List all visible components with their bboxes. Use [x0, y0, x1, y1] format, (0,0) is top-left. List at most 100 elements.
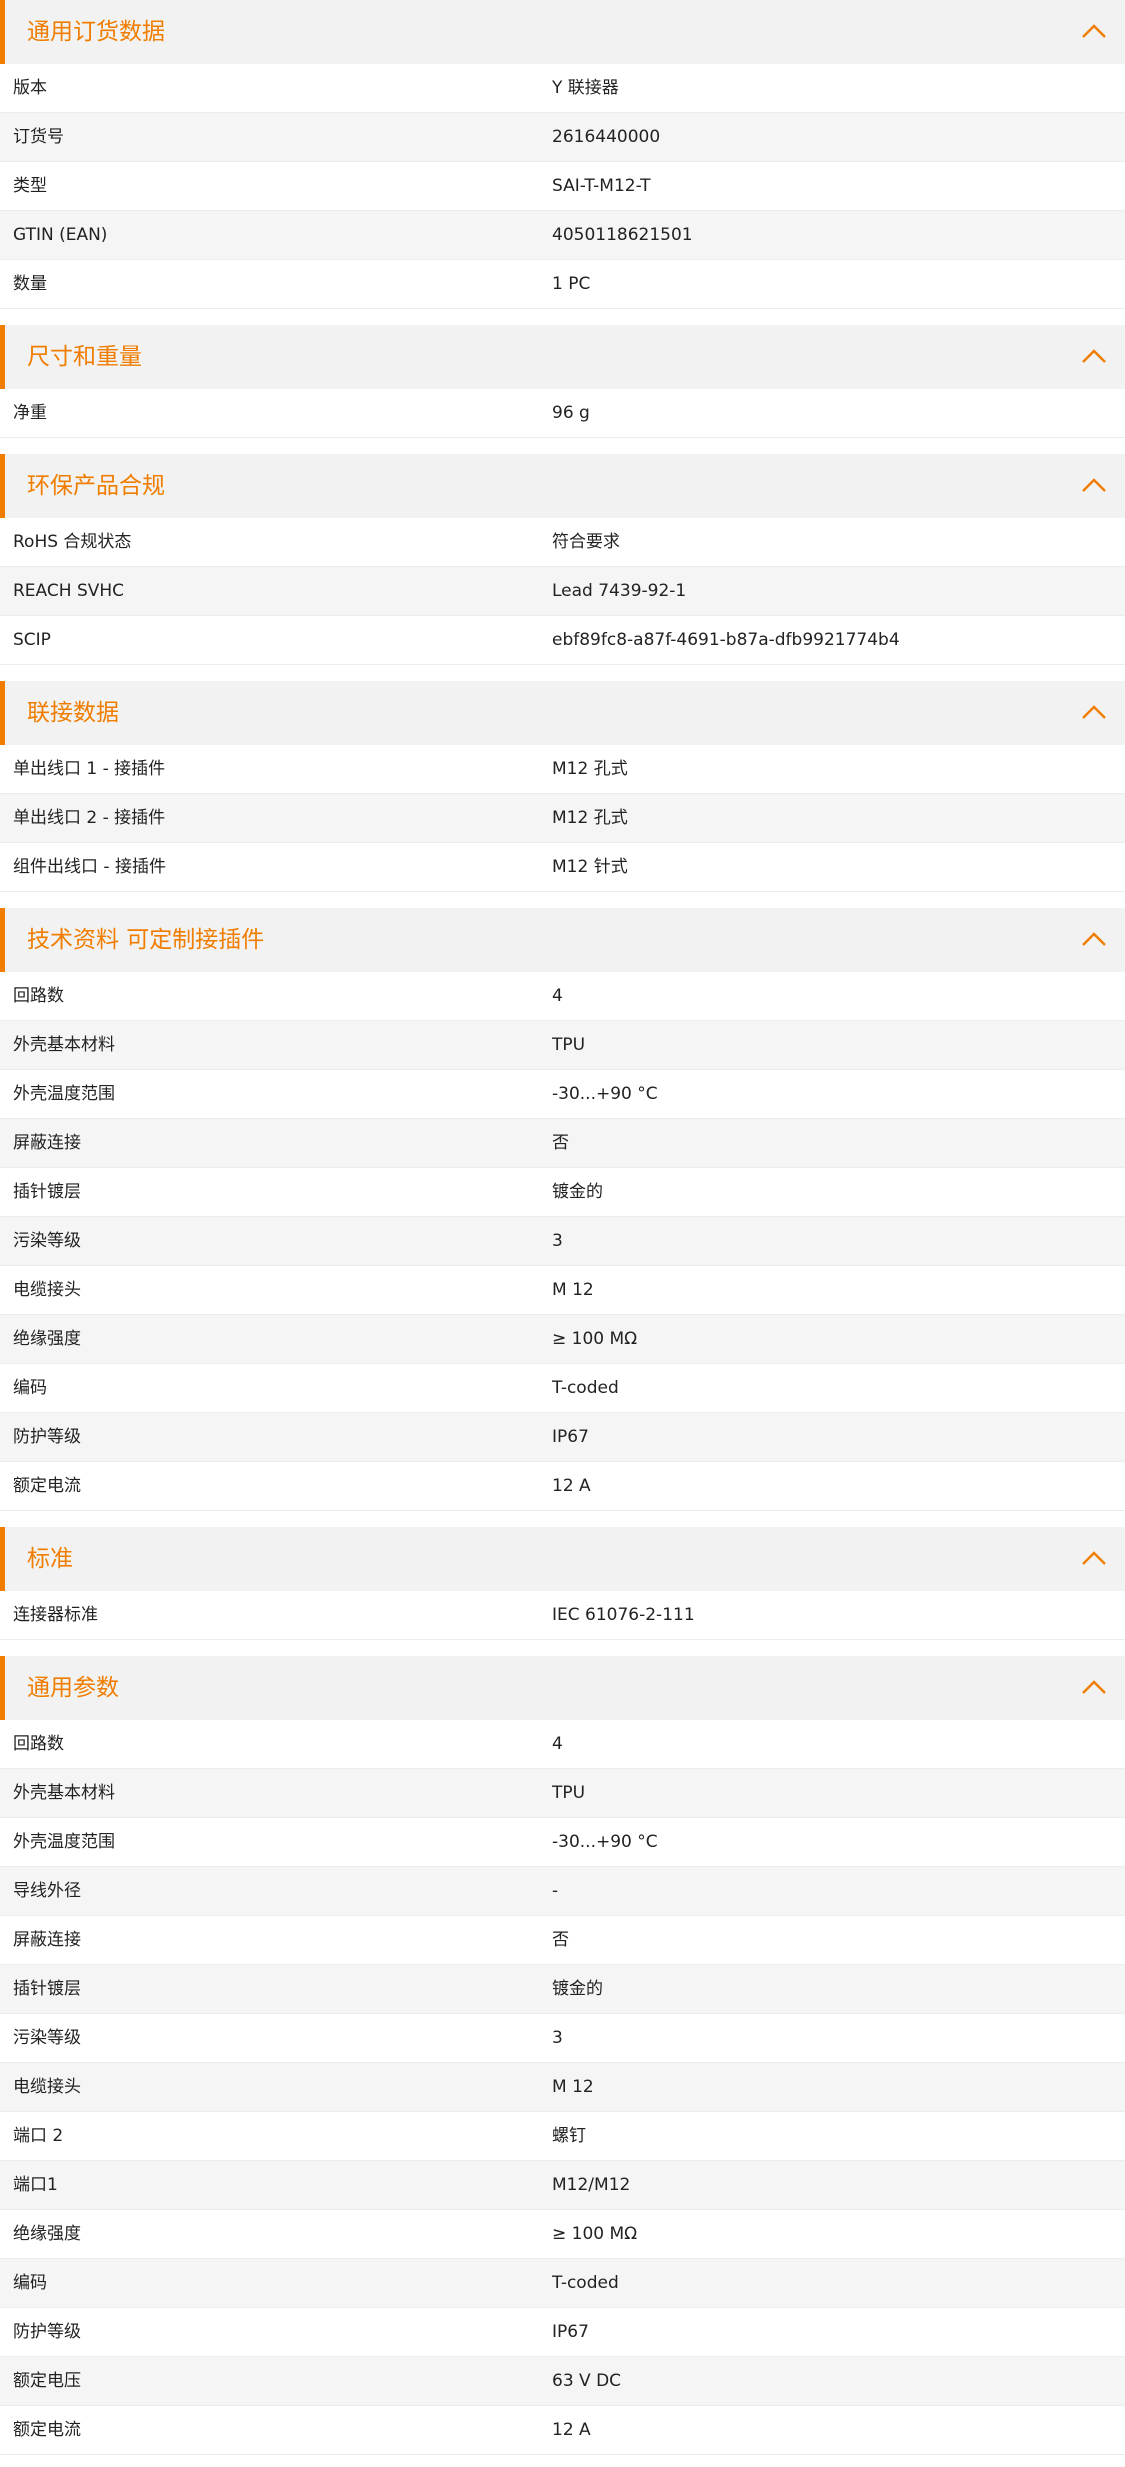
spec-value: 符合要求: [552, 532, 620, 552]
spec-row: 版本 Y 联接器: [0, 64, 1125, 113]
spec-label: 端口1: [13, 2175, 58, 2195]
spec-value: -30...+90 °C: [552, 1832, 658, 1852]
spec-row: 净重 96 g: [0, 389, 1125, 438]
spec-page: 通用订货数据 版本 Y 联接器 订货号 2616440000 类型 SAI-T-M12-T G…: [0, 0, 1125, 2455]
spec-row: 端口 2 螺钉: [0, 2112, 1125, 2161]
spec-row: 屏蔽连接 否: [0, 1119, 1125, 1168]
spec-value: 12 A: [552, 1476, 591, 1496]
spec-label: GTIN (EAN): [13, 225, 108, 245]
spec-value: T-coded: [552, 1378, 619, 1398]
spec-label: 导线外径: [13, 1881, 81, 1901]
spec-row: GTIN (EAN) 4050118621501: [0, 211, 1125, 260]
spec-value: T-coded: [552, 2273, 619, 2293]
spec-row: 回路数 4: [0, 972, 1125, 1021]
spec-value: TPU: [552, 1035, 586, 1055]
spec-row: REACH SVHC Lead 7439-92-1: [0, 567, 1125, 616]
spec-row: 额定电压 63 V DC: [0, 2357, 1125, 2406]
spec-section: 通用参数回路数 4 外壳基本材料 TPU 外壳温度范围 -30...+90 °C 导线外径 -…: [0, 1656, 1125, 2455]
spec-value: Lead 7439-92-1: [552, 581, 687, 601]
spec-row: 绝缘强度 ≥ 100 MΩ: [0, 2210, 1125, 2259]
section-header-toggle[interactable]: 技术资料 可定制接插件: [0, 908, 1125, 972]
spec-label: 额定电压: [13, 2371, 81, 2391]
spec-value: 12 A: [552, 2420, 591, 2440]
spec-row: 插针镀层 镀金的: [0, 1168, 1125, 1217]
spec-row: 外壳温度范围 -30...+90 °C: [0, 1070, 1125, 1119]
spec-row: 类型 SAI-T-M12-T: [0, 162, 1125, 211]
spec-label: 额定电流: [13, 1476, 81, 1496]
spec-value: 否: [552, 1930, 569, 1950]
spec-label: 绝缘强度: [13, 1329, 81, 1349]
spec-value: 3: [552, 1231, 563, 1251]
spec-row: RoHS 合规状态 符合要求: [0, 518, 1125, 567]
spec-label: 屏蔽连接: [13, 1930, 81, 1950]
spec-value: M 12: [552, 2077, 594, 2097]
spec-row: 额定电流 12 A: [0, 1462, 1125, 1511]
spec-section: 标准 连接器标准 IEC 61076-2-111: [0, 1527, 1125, 1640]
spec-value: 2616440000: [552, 127, 661, 147]
spec-row: 端口1 M12/M12: [0, 2161, 1125, 2210]
spec-label: 额定电流: [13, 2420, 81, 2440]
section-header-toggle[interactable]: 尺寸和重量: [0, 325, 1125, 389]
spec-label: 端口 2: [13, 2126, 64, 2146]
spec-value: ≥ 100 MΩ: [552, 2224, 638, 2244]
spec-value: M12 孔式: [552, 759, 628, 779]
spec-section: 联接数据 单出线口 1 - 接插件 M12 孔式 单出线口 2 - 接插件 M12 孔式…: [0, 681, 1125, 892]
spec-label: 单出线口 2 - 接插件: [13, 808, 166, 828]
spec-row: 外壳基本材料 TPU: [0, 1769, 1125, 1818]
spec-label: 数量: [13, 274, 47, 294]
spec-row: 防护等级 IP67: [0, 2308, 1125, 2357]
spec-value: ≥ 100 MΩ: [552, 1329, 638, 1349]
spec-label: 组件出线口 - 接插件: [13, 857, 166, 877]
spec-row: 污染等级 3: [0, 2014, 1125, 2063]
section-header-toggle[interactable]: 标准: [0, 1527, 1125, 1591]
spec-label: 类型: [13, 176, 47, 196]
spec-label: 电缆接头: [13, 1280, 81, 1300]
spec-value: M12 孔式: [552, 808, 628, 828]
section-header-toggle[interactable]: 环保产品合规: [0, 454, 1125, 518]
section-header-toggle[interactable]: 联接数据: [0, 681, 1125, 745]
spec-value: SAI-T-M12-T: [552, 176, 651, 196]
spec-value: IP67: [552, 2322, 589, 2342]
spec-value: 镀金的: [552, 1182, 603, 1202]
spec-row: 屏蔽连接 否: [0, 1916, 1125, 1965]
spec-label: 单出线口 1 - 接插件: [13, 759, 166, 779]
spec-value: 1 PC: [552, 274, 591, 294]
spec-row: 外壳基本材料 TPU: [0, 1021, 1125, 1070]
spec-label: 编码: [13, 2273, 47, 2293]
spec-label: 外壳温度范围: [13, 1832, 115, 1852]
spec-row: 回路数 4: [0, 1720, 1125, 1769]
spec-row: 绝缘强度 ≥ 100 MΩ: [0, 1315, 1125, 1364]
spec-row: 连接器标准 IEC 61076-2-111: [0, 1591, 1125, 1640]
section-header-toggle[interactable]: 通用订货数据: [0, 0, 1125, 64]
spec-value: Y 联接器: [552, 78, 619, 98]
spec-row: 编码 T-coded: [0, 2259, 1125, 2308]
section-header-toggle[interactable]: 通用参数: [0, 1656, 1125, 1720]
spec-row: 导线外径 -: [0, 1867, 1125, 1916]
section-title: 通用参数: [27, 1675, 119, 1701]
spec-label: 回路数: [13, 1734, 64, 1754]
spec-label: 编码: [13, 1378, 47, 1398]
spec-row: 组件出线口 - 接插件 M12 针式: [0, 843, 1125, 892]
spec-row: 单出线口 1 - 接插件 M12 孔式: [0, 745, 1125, 794]
spec-label: 外壳温度范围: [13, 1084, 115, 1104]
spec-value: 96 g: [552, 403, 590, 423]
spec-label: 外壳基本材料: [13, 1783, 115, 1803]
spec-value: 否: [552, 1133, 569, 1153]
spec-label: 电缆接头: [13, 2077, 81, 2097]
spec-value: 63 V DC: [552, 2371, 622, 2391]
spec-section: 通用订货数据 版本 Y 联接器 订货号 2616440000 类型 SAI-T-M12-T G…: [0, 0, 1125, 309]
spec-value: TPU: [552, 1783, 586, 1803]
spec-label: 污染等级: [13, 1231, 81, 1251]
spec-row: SCIP ebf89fc8-a87f-4691-b87a-dfb9921774b4: [0, 616, 1125, 665]
spec-row: 订货号 2616440000: [0, 113, 1125, 162]
spec-value: 镀金的: [552, 1979, 603, 1999]
spec-value: M 12: [552, 1280, 594, 1300]
spec-section: 尺寸和重量净重 96 g: [0, 325, 1125, 438]
spec-label: SCIP: [13, 630, 51, 650]
spec-row: 编码 T-coded: [0, 1364, 1125, 1413]
spec-value: ebf89fc8-a87f-4691-b87a-dfb9921774b4: [552, 630, 900, 650]
spec-label: 屏蔽连接: [13, 1133, 81, 1153]
section-title: 尺寸和重量: [27, 344, 142, 370]
spec-row: 数量 1 PC: [0, 260, 1125, 309]
spec-value: 3: [552, 2028, 563, 2048]
